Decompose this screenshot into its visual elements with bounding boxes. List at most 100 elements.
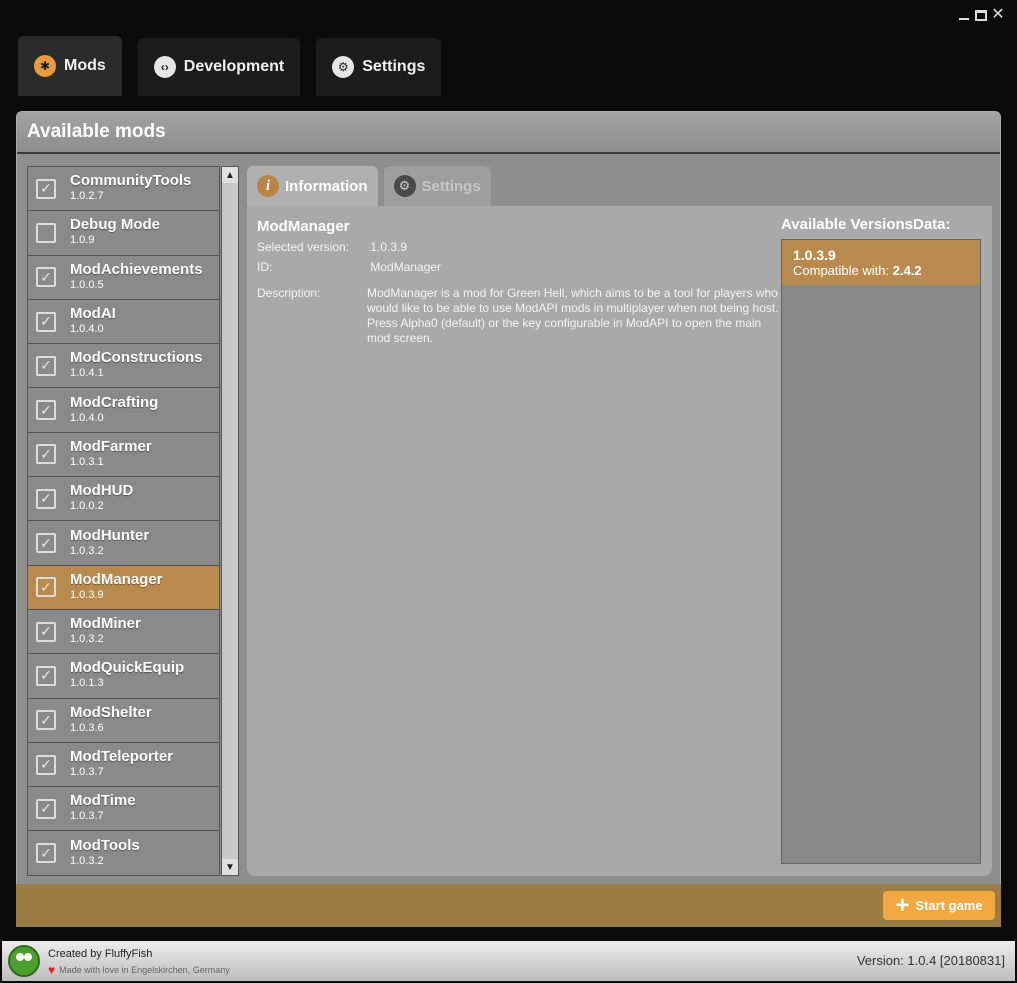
mod-list-item[interactable]: ✓ ModTime 1.0.3.7 (28, 787, 219, 832)
mod-name: ModAchievements (70, 260, 203, 278)
mod-list-item[interactable]: ✓ ModTools 1.0.3.2 (28, 831, 219, 875)
mod-name: ModQuickEquip (70, 659, 185, 677)
panel-title: Available mods (17, 112, 1000, 154)
mod-checkbox[interactable]: ✓ (36, 533, 56, 554)
scroll-up-icon[interactable]: ▲ (222, 167, 238, 183)
mod-list-item[interactable]: ✓ CommunityTools 1.0.2.7 (28, 167, 219, 212)
mod-name: ModHunter (70, 526, 150, 544)
mod-version: 1.0.2.7 (70, 190, 104, 203)
mod-detail: i Information ⚙ Settings ModManager Sele… (247, 166, 992, 876)
mod-name: ModTools (70, 836, 140, 854)
information-body: ModManager Selected version: 1.0.3.9 ID:… (247, 206, 992, 876)
mod-text: ModAI 1.0.4.0 (70, 306, 116, 336)
mod-checkbox[interactable]: ✓ (36, 665, 56, 686)
close-icon[interactable]: ✕ (991, 7, 1005, 23)
id-value: ModManager (370, 260, 442, 274)
gear-icon: ⚙ (393, 175, 416, 197)
love-text: Made with love in Engelskirchen, Germany (59, 965, 230, 975)
check-icon: ✓ (40, 800, 52, 817)
mod-list-item[interactable]: ✓ ModCrafting 1.0.4.0 (28, 388, 219, 433)
creator-text: Created by FluffyFish (48, 948, 153, 960)
mod-list-item[interactable]: ✓ ModTeleporter 1.0.3.7 (28, 742, 219, 788)
mod-text: ModConstructions 1.0.4.1 (70, 349, 203, 380)
mod-checkbox[interactable]: ✓ (36, 178, 56, 199)
description-value: ModManager is a mod for Green Hell, whic… (367, 286, 779, 345)
mod-list-item[interactable]: ✓ ModFarmer 1.0.3.1 (28, 432, 219, 478)
mod-text: ModTools 1.0.3.2 (70, 836, 140, 868)
mod-checkbox[interactable]: ✓ (36, 267, 56, 288)
mod-checkbox[interactable]: ✓ (36, 710, 56, 731)
mod-list-item[interactable]: ✓ ModHUD 1.0.0.2 (28, 477, 219, 522)
mod-version: 1.0.3.9 (70, 588, 104, 601)
mod-checkbox[interactable]: ✓ (36, 444, 56, 465)
id-row: ID: ModManager (257, 260, 441, 274)
description-label: Description: (257, 286, 321, 300)
mod-checkbox[interactable]: ✓ (36, 311, 56, 332)
mod-checkbox[interactable]: ✓ (36, 621, 56, 642)
puzzle-icon: ✱ (34, 55, 56, 77)
check-icon: ✓ (40, 711, 52, 728)
tab-settings[interactable]: ⚙ Settings (316, 38, 442, 96)
check-icon: ✓ (40, 667, 52, 684)
mod-checkbox[interactable]: ✓ (36, 798, 56, 819)
fluffyfish-logo-icon (8, 945, 40, 977)
maximize-icon[interactable] (975, 9, 987, 21)
check-icon: ✓ (40, 623, 52, 640)
tab-information[interactable]: i Information (247, 166, 378, 206)
mod-list-item[interactable]: ✓ ModHunter 1.0.3.2 (28, 521, 219, 566)
mod-name: ModTeleporter (70, 748, 174, 765)
mod-version: 1.0.0.5 (70, 278, 104, 291)
code-icon: ‹› (153, 56, 176, 78)
check-icon: ✓ (40, 445, 52, 462)
mod-list-item[interactable]: ✓ ModAchievements 1.0.0.5 (28, 255, 219, 300)
tab-label: Mods (64, 57, 106, 74)
mod-text: ModHUD 1.0.0.2 (70, 483, 133, 513)
mod-version: 1.0.9 (70, 234, 95, 247)
mod-version: 1.0.3.7 (70, 810, 104, 823)
mod-list-item[interactable]: ✓ ModQuickEquip 1.0.1.3 (28, 654, 219, 699)
check-icon: ✓ (40, 401, 52, 418)
mod-checkbox[interactable]: ✓ (36, 754, 56, 775)
version-item[interactable]: 1.0.3.9 Compatible with: 2.4.2 (782, 240, 980, 285)
mod-list-item[interactable]: Debug Mode 1.0.9 (28, 211, 219, 256)
mod-name: ModTime (70, 792, 136, 810)
scrollbar[interactable]: ▲ ▼ (221, 166, 239, 876)
start-game-button[interactable]: + Start game (883, 891, 995, 920)
check-icon: ✓ (40, 268, 52, 285)
selected-version-value: 1.0.3.9 (370, 240, 408, 254)
mod-text: ModCrafting 1.0.4.0 (70, 395, 158, 425)
mod-list-item[interactable]: ✓ ModMiner 1.0.3.2 (28, 609, 219, 655)
mod-text: ModShelter 1.0.3.6 (70, 705, 152, 735)
info-icon: i (257, 175, 279, 197)
mod-version: 1.0.0.2 (70, 500, 104, 513)
mod-checkbox[interactable]: ✓ (36, 843, 56, 864)
check-icon: ✓ (40, 313, 52, 330)
mod-checkbox[interactable]: ✓ (36, 400, 56, 421)
mod-list-item[interactable]: ✓ ModManager 1.0.3.9 (28, 565, 219, 610)
tab-mods[interactable]: ✱ Mods (18, 36, 122, 96)
mod-text: ModHunter 1.0.3.2 (70, 526, 150, 558)
check-icon: ✓ (40, 756, 52, 772)
mod-name: ModConstructions (70, 349, 203, 367)
version-number: 1.0.3.9 (793, 247, 836, 263)
tab-mod-settings[interactable]: ⚙ Settings (383, 166, 491, 206)
mod-checkbox[interactable]: ✓ (36, 577, 56, 598)
plus-icon: + (895, 891, 910, 919)
scroll-down-icon[interactable]: ▼ (222, 859, 238, 875)
mod-checkbox[interactable] (36, 222, 56, 243)
mod-list-item[interactable]: ✓ ModShelter 1.0.3.6 (28, 698, 219, 743)
tab-development[interactable]: ‹› Development (137, 38, 301, 96)
mod-checkbox[interactable]: ✓ (36, 488, 56, 509)
mod-version: 1.0.4.1 (70, 367, 104, 380)
mod-list-item[interactable]: ✓ ModAI 1.0.4.0 (28, 299, 219, 345)
mod-list-item[interactable]: ✓ ModConstructions 1.0.4.1 (28, 344, 219, 389)
window-controls: ✕ (957, 7, 1005, 23)
app-version: Version: 1.0.4 [20180831] (856, 953, 1005, 968)
mod-checkbox[interactable]: ✓ (36, 355, 56, 376)
mod-name: ModMiner (70, 615, 141, 633)
mod-title: ModManager (257, 218, 350, 235)
mod-text: ModManager 1.0.3.9 (70, 572, 163, 602)
mod-text: ModTeleporter 1.0.3.7 (70, 748, 174, 779)
mod-version: 1.0.3.2 (70, 633, 104, 646)
minimize-icon[interactable] (957, 8, 971, 22)
